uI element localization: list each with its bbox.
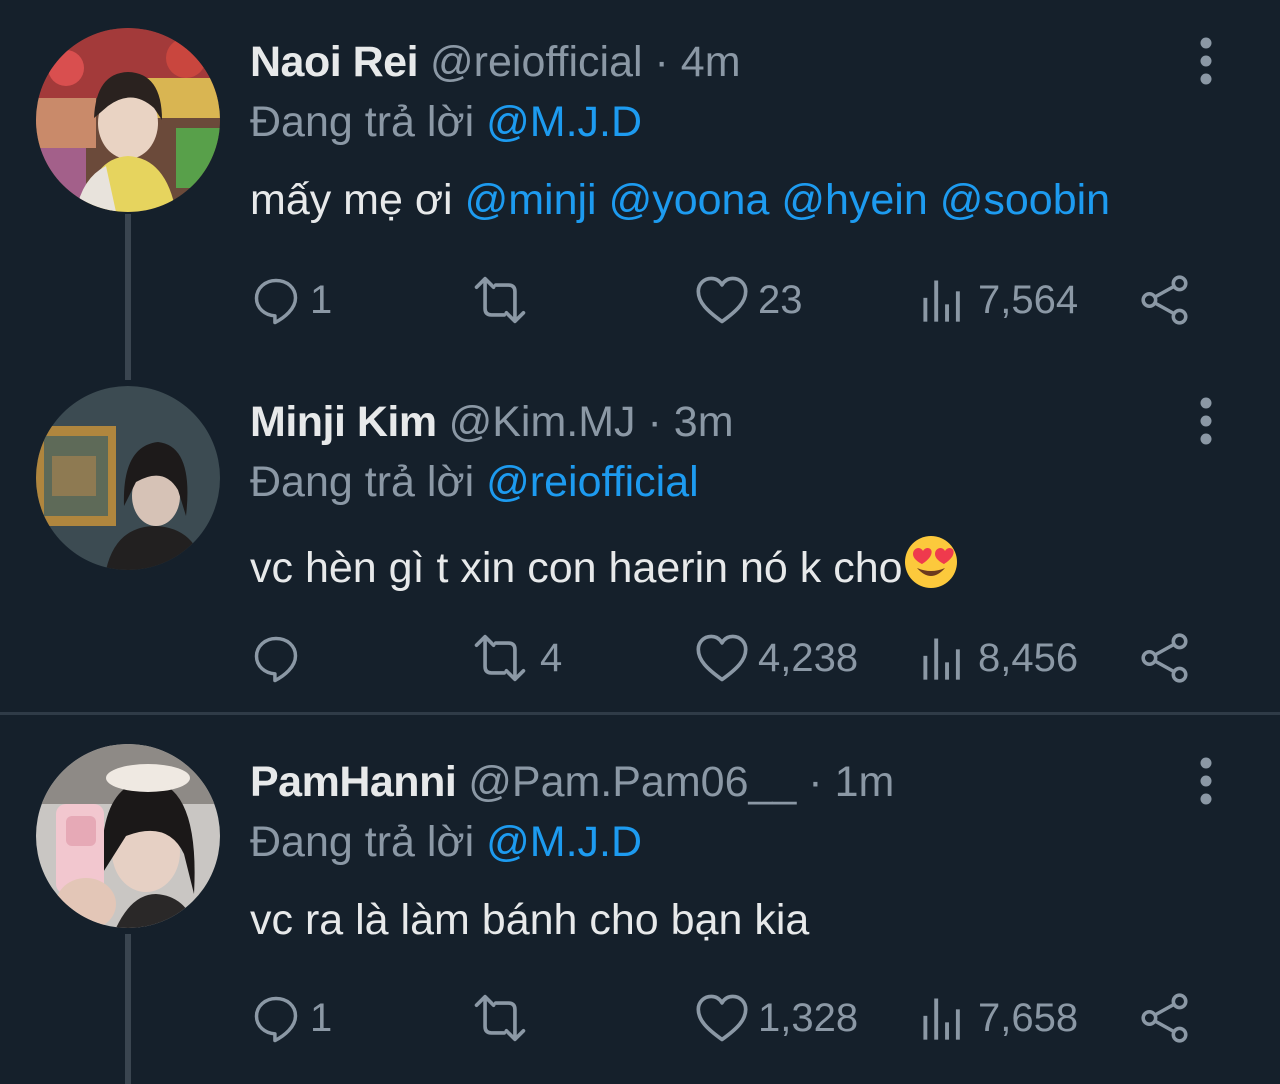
reply-button[interactable] xyxy=(250,628,310,688)
replying-to: Đang trả lời @reiofficial xyxy=(250,456,699,508)
retweet-count: 4 xyxy=(540,635,563,680)
avatar[interactable] xyxy=(36,744,220,928)
views-button[interactable]: 7,564 xyxy=(918,270,1078,330)
timestamp[interactable]: 4m xyxy=(681,38,741,86)
like-count: 23 xyxy=(758,277,803,322)
tweet-header: Minji Kim @Kim.MJ · 3m xyxy=(250,396,734,448)
tweet-header: Naoi Rei @reiofficial · 4m xyxy=(250,36,741,88)
views-button[interactable]: 8,456 xyxy=(918,628,1078,688)
reply-count: 1 xyxy=(310,995,333,1040)
mention-link[interactable]: @minji xyxy=(465,176,597,224)
tweet-text: mấy mẹ ơi @minji @yoona @hyein @soobin xyxy=(250,174,1110,226)
display-name[interactable]: Naoi Rei xyxy=(250,38,419,86)
views-count: 7,658 xyxy=(978,995,1079,1040)
like-button[interactable]: 4,238 xyxy=(694,628,858,688)
reply-button[interactable]: 1 xyxy=(250,270,332,330)
separator-dot: · xyxy=(808,758,823,806)
retweet-icon xyxy=(468,274,532,326)
tweet-text-content: mấy mẹ ơi xyxy=(250,176,465,224)
views-icon xyxy=(918,632,970,684)
retweet-button[interactable] xyxy=(468,270,540,330)
like-count: 4,238 xyxy=(758,635,859,680)
tweet-text-content: vc hèn gì t xin con haerin nó k cho xyxy=(250,544,903,592)
display-name[interactable]: Minji Kim xyxy=(250,398,437,446)
tweet[interactable]: PamHanni @Pam.Pam06__ · 1m Đang trả lời … xyxy=(0,720,1280,1084)
action-bar: 1 1,328 7,658 xyxy=(250,988,1210,1048)
retweet-icon xyxy=(468,992,532,1044)
user-handle[interactable]: @Pam.Pam06__ xyxy=(468,758,796,806)
like-icon xyxy=(694,274,750,326)
share-icon xyxy=(1138,273,1192,327)
views-button[interactable]: 7,658 xyxy=(918,988,1078,1048)
tweet-text: vc hèn gì t xin con haerin nó k cho xyxy=(250,534,959,594)
mention-link[interactable]: @yoona xyxy=(609,176,770,224)
more-icon[interactable] xyxy=(1192,756,1220,806)
tweet-text-content: vc ra là làm bánh cho bạn kia xyxy=(250,896,810,944)
share-button[interactable] xyxy=(1138,988,1192,1048)
divider xyxy=(0,712,1280,715)
tweet[interactable]: Naoi Rei @reiofficial · 4m Đang trả lời … xyxy=(0,0,1280,360)
reply-icon xyxy=(250,992,302,1044)
replying-to: Đang trả lời @M.J.D xyxy=(250,96,642,148)
user-handle[interactable]: @reiofficial xyxy=(430,38,643,86)
user-handle[interactable]: @Kim.MJ xyxy=(449,398,636,446)
heart-eyes-emoji xyxy=(903,534,959,590)
reply-count: 1 xyxy=(310,277,333,322)
action-bar: 4 4,238 8,456 xyxy=(250,628,1210,688)
share-button[interactable] xyxy=(1138,628,1192,688)
share-icon xyxy=(1138,631,1192,685)
like-button[interactable]: 1,328 xyxy=(694,988,858,1048)
views-count: 7,564 xyxy=(978,277,1079,322)
replying-mention[interactable]: @reiofficial xyxy=(486,458,699,506)
avatar[interactable] xyxy=(36,28,220,212)
retweet-button[interactable] xyxy=(468,988,540,1048)
more-icon[interactable] xyxy=(1192,396,1220,446)
tweet-header: PamHanni @Pam.Pam06__ · 1m xyxy=(250,756,894,808)
avatar[interactable] xyxy=(36,386,220,570)
like-button[interactable]: 23 xyxy=(694,270,803,330)
action-bar: 1 23 7,564 xyxy=(250,270,1210,330)
reply-button[interactable]: 1 xyxy=(250,988,332,1048)
replying-mention[interactable]: @M.J.D xyxy=(486,98,642,146)
mention-link[interactable]: @soobin xyxy=(940,176,1110,224)
replying-prefix: Đang trả lời xyxy=(250,818,487,866)
share-button[interactable] xyxy=(1138,270,1192,330)
reply-icon xyxy=(250,274,302,326)
tweet-text: vc ra là làm bánh cho bạn kia xyxy=(250,894,809,946)
replying-prefix: Đang trả lời xyxy=(250,98,487,146)
like-icon xyxy=(694,992,750,1044)
views-icon xyxy=(918,992,970,1044)
views-count: 8,456 xyxy=(978,635,1079,680)
replying-mention[interactable]: @M.J.D xyxy=(486,818,642,866)
replying-prefix: Đang trả lời xyxy=(250,458,487,506)
timestamp[interactable]: 1m xyxy=(835,758,895,806)
retweet-icon xyxy=(468,632,532,684)
timestamp[interactable]: 3m xyxy=(674,398,734,446)
more-icon[interactable] xyxy=(1192,36,1220,86)
replying-to: Đang trả lời @M.J.D xyxy=(250,816,642,868)
display-name[interactable]: PamHanni xyxy=(250,758,457,806)
separator-dot: · xyxy=(654,38,669,86)
reply-icon xyxy=(250,632,302,684)
share-icon xyxy=(1138,991,1192,1045)
mention-link[interactable]: @hyein xyxy=(781,176,927,224)
retweet-button[interactable]: 4 xyxy=(468,628,562,688)
like-icon xyxy=(694,632,750,684)
separator-dot: · xyxy=(647,398,662,446)
tweet[interactable]: Minji Kim @Kim.MJ · 3m Đang trả lời @rei… xyxy=(0,360,1280,712)
like-count: 1,328 xyxy=(758,995,859,1040)
views-icon xyxy=(918,274,970,326)
